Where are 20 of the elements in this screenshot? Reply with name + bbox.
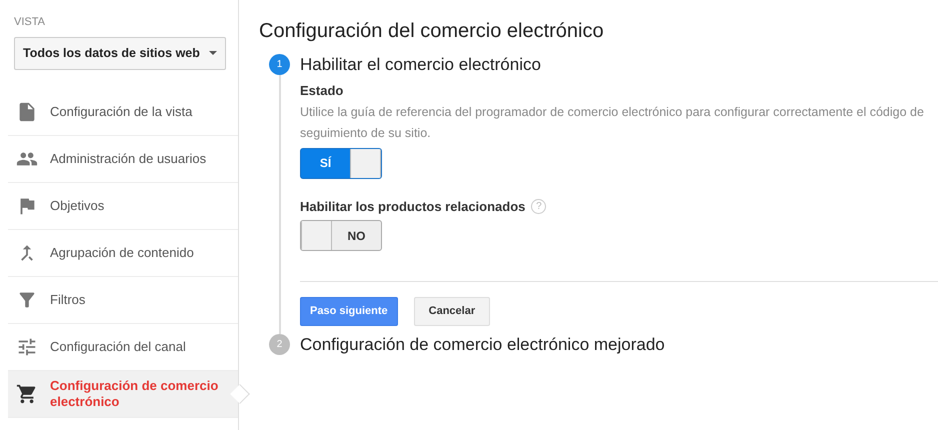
nav-item[interactable]: Filtros	[8, 276, 238, 324]
field-label: Habilitar los productos relacionados	[300, 198, 526, 216]
field-label: Estado	[300, 82, 344, 100]
nav-item[interactable]: Administración de usuarios	[8, 136, 238, 182]
view-label: VISTA	[14, 15, 46, 30]
step-title: Configuración de comercio electrónico mejorado	[300, 334, 666, 355]
nav-item[interactable]: Agrupación de contenido	[8, 230, 238, 276]
view-dropdown[interactable]: Todos los datos de sitios web	[14, 36, 226, 70]
step-title: Habilitar el comercio electrónico	[300, 54, 542, 75]
caret-icon	[209, 51, 217, 55]
step-number: 2	[269, 334, 290, 355]
nav-item[interactable]: Objetivos	[8, 182, 238, 230]
cancel-button[interactable]: Cancelar	[414, 297, 490, 326]
shopping-cart-icon	[16, 382, 38, 404]
toggle-switch[interactable]: SÍ	[300, 148, 382, 178]
step-number: 1	[269, 54, 290, 75]
toggle-switch[interactable]: NO	[300, 220, 382, 251]
nav-item[interactable]: Configuración de la vista	[8, 88, 238, 136]
page-title: Configuración del comercio electrónico	[259, 19, 605, 44]
field-description: Utilice la guía de referencia del programador de comercio electrónico para configurar correctamente el código de seguimiento de su sitio.	[300, 104, 925, 142]
